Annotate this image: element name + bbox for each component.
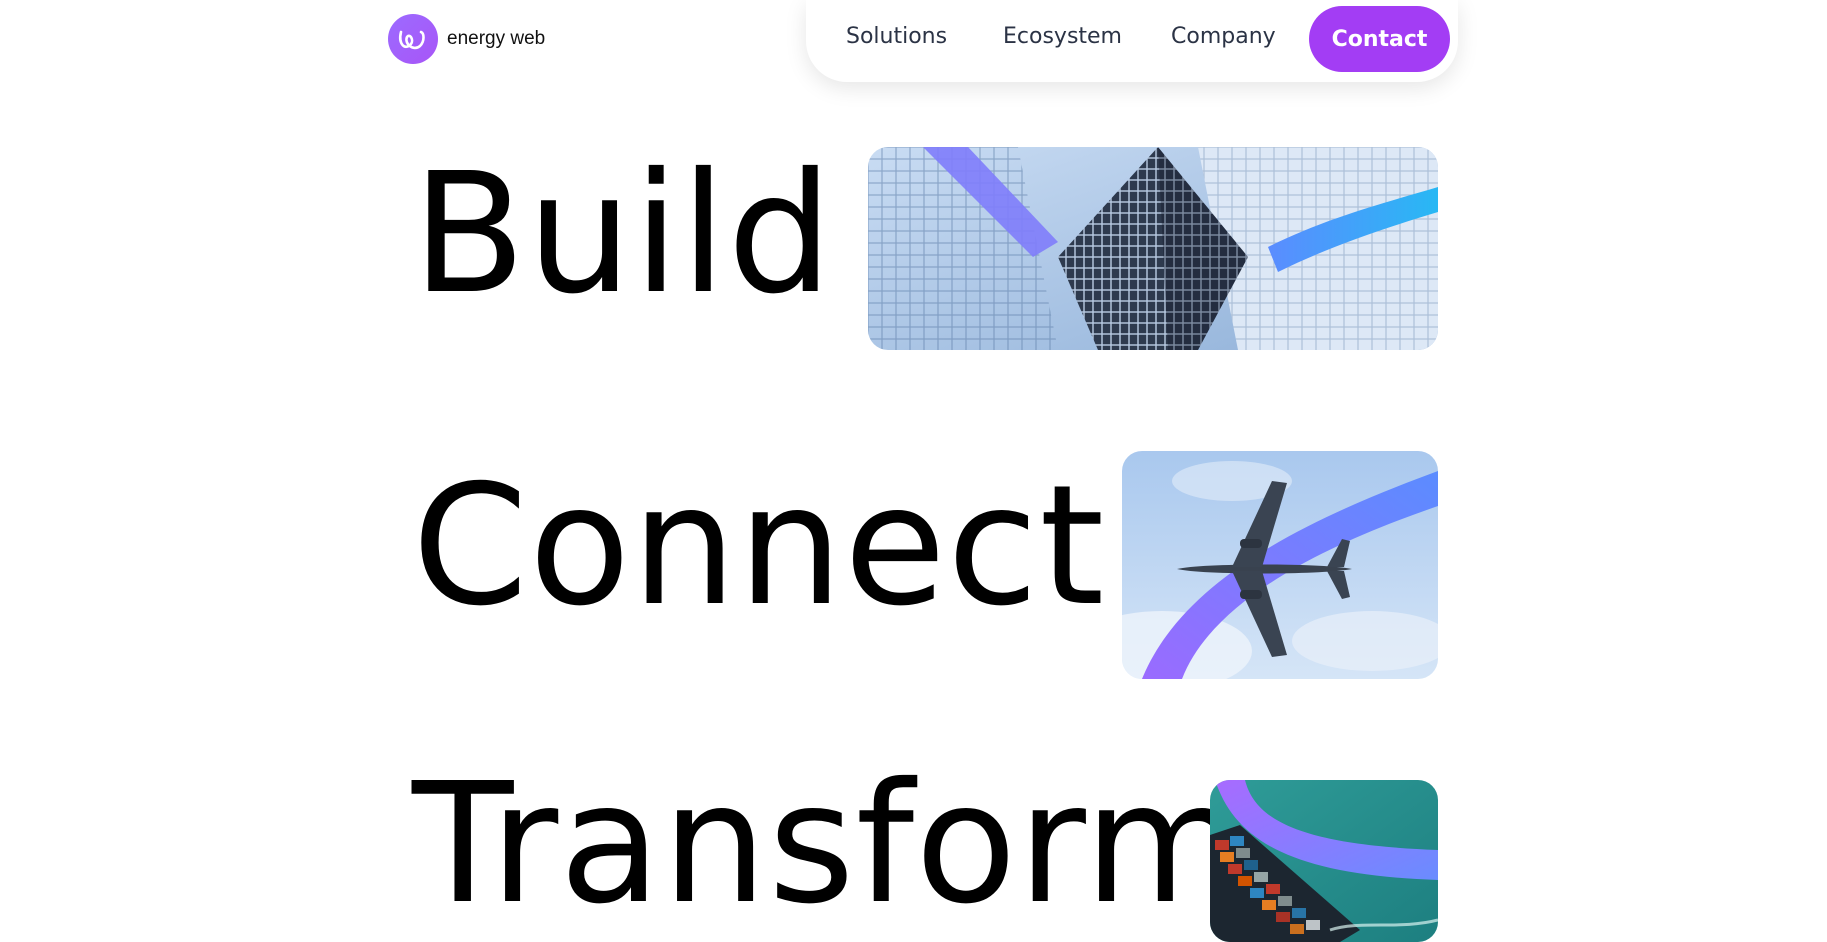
- hero-word-connect: Connect: [412, 450, 1106, 643]
- contact-button[interactable]: Contact: [1309, 6, 1450, 72]
- hero-word-transform: Transform: [412, 748, 1247, 941]
- brand-logo[interactable]: energy web: [388, 14, 545, 64]
- cargo-ship-photo: [1210, 780, 1438, 942]
- nav-company[interactable]: Company: [1171, 24, 1276, 49]
- nav-ecosystem[interactable]: Ecosystem: [1003, 24, 1122, 49]
- skyscraper-photo: [868, 147, 1438, 350]
- airplane-photo: [1122, 451, 1438, 679]
- energy-web-swirl-icon: [388, 14, 438, 64]
- nav-solutions[interactable]: Solutions: [846, 24, 947, 49]
- brand-name: energy web: [447, 28, 546, 49]
- hero-word-build: Build: [412, 138, 834, 331]
